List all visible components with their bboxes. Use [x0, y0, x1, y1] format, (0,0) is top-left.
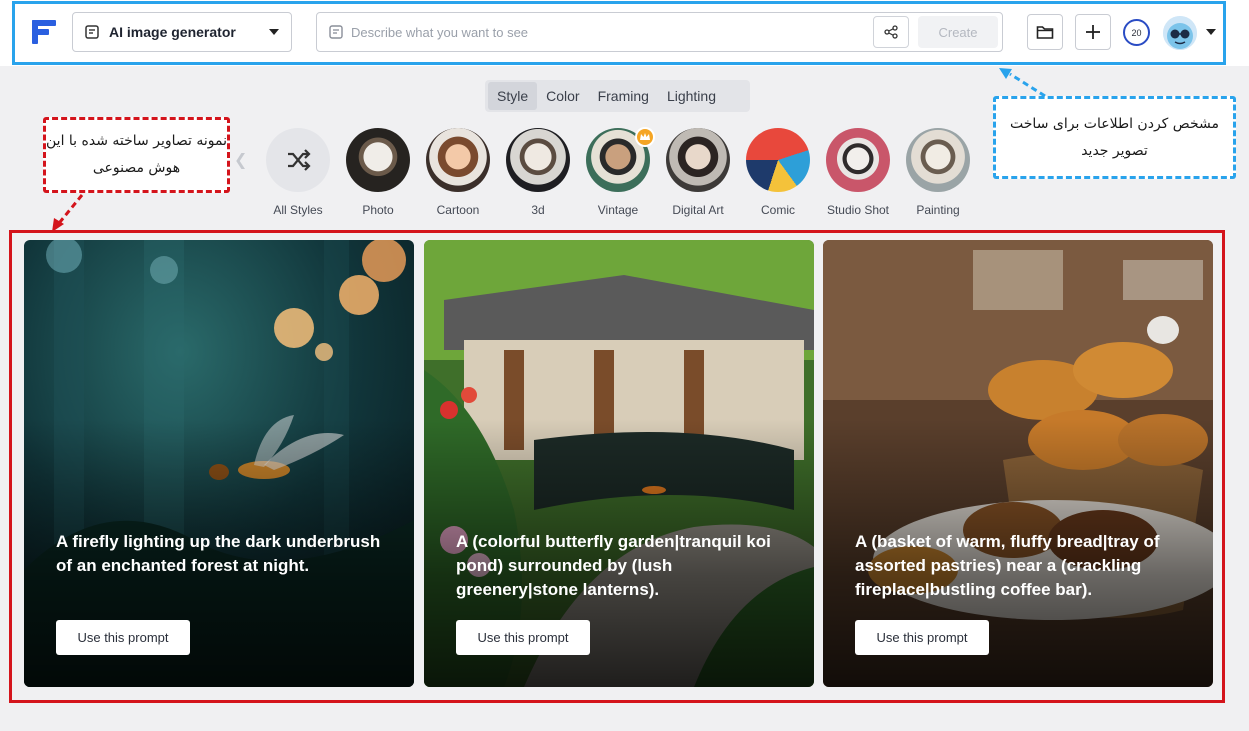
tab-framing[interactable]: Framing: [589, 82, 658, 110]
gallery-annotation-callout: نمونه تصاویر ساخته شده با این هوش مصنوعی: [43, 117, 230, 193]
studio-shot-thumbnail: [826, 128, 890, 192]
style-photo[interactable]: Photo: [339, 128, 417, 217]
style-all-styles[interactable]: All Styles: [259, 128, 337, 217]
style-label: Digital Art: [672, 203, 724, 217]
style-label: 3d: [531, 203, 545, 217]
style-label: Studio Shot: [826, 203, 890, 217]
cartoon-thumbnail: [426, 128, 490, 192]
tab-lighting[interactable]: Lighting: [658, 82, 725, 110]
tab-style[interactable]: Style: [488, 82, 538, 110]
header-callout-arrowhead: [999, 68, 1012, 79]
style-cartoon[interactable]: Cartoon: [419, 128, 497, 217]
style-label: Comic: [760, 203, 795, 217]
style-label: Painting: [916, 203, 960, 217]
crown-icon: [635, 127, 655, 147]
style-digital-art[interactable]: Digital Art: [659, 128, 737, 217]
style-filter-tabs: Style Color Framing Lighting: [485, 80, 750, 112]
comic-thumbnail: [746, 128, 810, 192]
gallery-callout-arrow: [58, 194, 84, 223]
tab-color[interactable]: Color: [537, 82, 588, 110]
style-label: Vintage: [597, 203, 639, 217]
shuffle-icon: [288, 149, 311, 171]
header-callout-arrow: [1009, 72, 1046, 98]
painting-thumbnail: [906, 128, 970, 192]
gallery-highlight-frame: [9, 230, 1225, 703]
style-comic[interactable]: Comic: [739, 128, 817, 217]
3d-thumbnail: [506, 128, 570, 192]
header-annotation-callout: مشخص کردن اطلاعات برای ساخت تصویر جدید: [993, 96, 1236, 179]
style-label: All Styles: [273, 203, 323, 217]
style-label: Cartoon: [436, 203, 480, 217]
style-3d[interactable]: 3d: [499, 128, 577, 217]
style-painting[interactable]: Painting: [899, 128, 977, 217]
scroll-left-chevron-icon[interactable]: ❮: [234, 150, 247, 170]
header-highlight-frame: [12, 1, 1226, 65]
digital-art-thumbnail: [666, 128, 730, 192]
style-studio-shot[interactable]: Studio Shot: [819, 128, 897, 217]
style-label: Photo: [362, 203, 394, 217]
astronaut-photo-thumbnail: [346, 128, 410, 192]
